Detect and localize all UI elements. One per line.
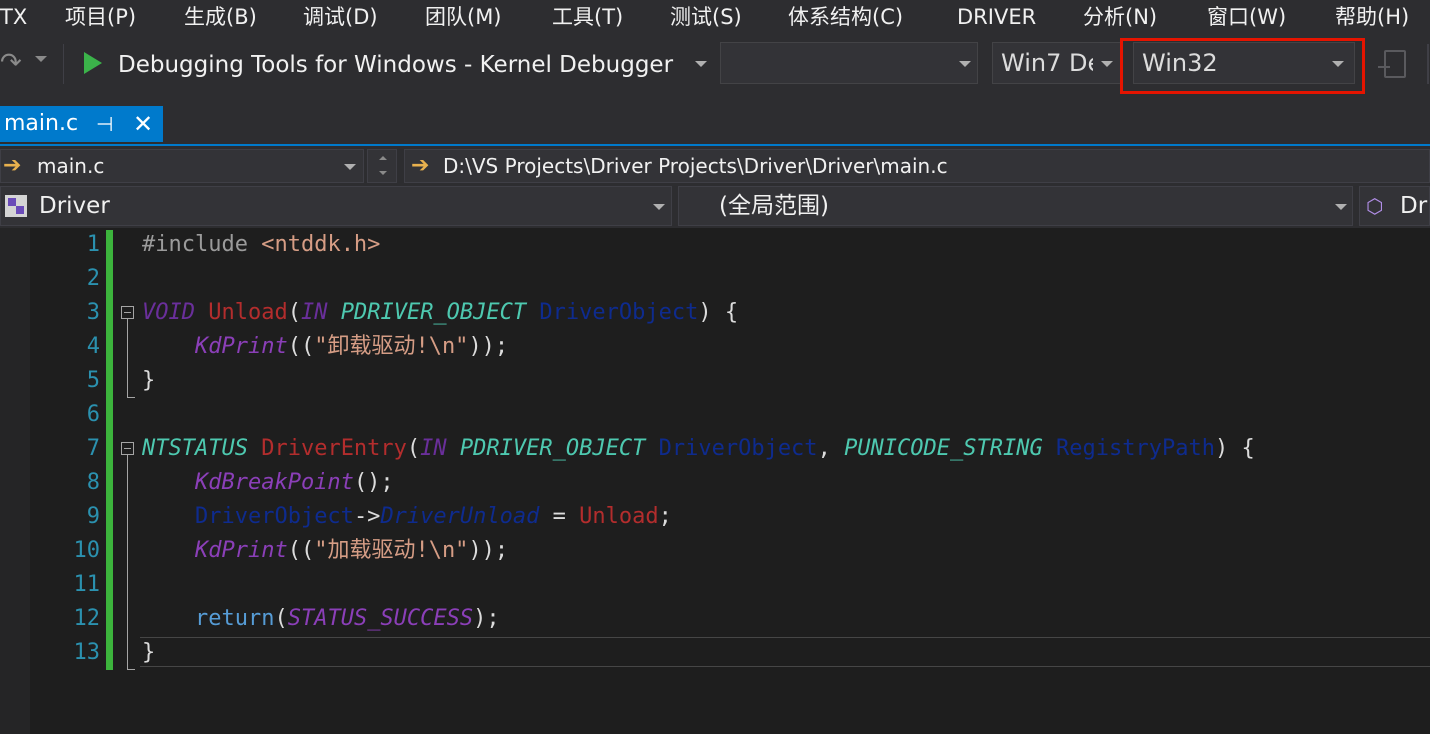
toolbar-separator xyxy=(63,44,64,84)
debugger-select[interactable]: Debugging Tools for Windows - Kernel Deb… xyxy=(118,49,673,81)
platform-highlight-box xyxy=(1120,38,1365,94)
chevron-down-icon xyxy=(1335,204,1347,210)
project-combo[interactable]: Driver xyxy=(0,186,672,226)
menu-item-project[interactable]: 项目(P) xyxy=(65,2,136,32)
member-combo[interactable]: ⬡ Dri xyxy=(1359,186,1430,226)
menu-item-test[interactable]: 测试(S) xyxy=(670,2,742,32)
redo-dropdown-arrow-icon[interactable] xyxy=(35,56,47,62)
line-number: 12 xyxy=(73,606,101,631)
collapse-icon[interactable] xyxy=(121,306,134,319)
line-number: 8 xyxy=(86,470,100,495)
menu-item-driver[interactable]: DRIVER xyxy=(957,2,1036,32)
pin-icon[interactable]: ⊣ xyxy=(96,106,113,142)
document-tab-strip: main.c ⊣ ✕ xyxy=(0,98,1430,146)
solution-config-combo[interactable]: Win7 De xyxy=(992,42,1122,84)
device-icon[interactable] xyxy=(1384,50,1406,78)
line-number: 10 xyxy=(73,538,101,563)
code-line: 8 KdBreakPoint(); xyxy=(0,466,1430,500)
code-text: } xyxy=(142,640,156,665)
line-number: 13 xyxy=(73,640,101,665)
code-line: 4 KdPrint(("卸载驱动!\n")); xyxy=(0,330,1430,364)
path-combo[interactable]: ➔ D:\VS Projects\Driver Projects\Driver\… xyxy=(404,149,1430,183)
menu-item-tx[interactable]: TX xyxy=(0,2,27,32)
toolbar-separator xyxy=(1427,44,1429,84)
tab-label: main.c xyxy=(4,111,79,136)
scope-combo[interactable]: (全局范围) xyxy=(678,186,1353,226)
menu-item-analyze[interactable]: 分析(N) xyxy=(1083,2,1157,32)
code-text: NTSTATUS DriverEntry(IN PDRIVER_OBJECT D… xyxy=(142,436,1255,461)
outline-end xyxy=(127,397,135,398)
outline-line xyxy=(127,319,128,397)
project-combo-value: Driver xyxy=(39,193,110,219)
line-number: 1 xyxy=(86,232,100,257)
line-number: 3 xyxy=(86,300,100,325)
line-number: 5 xyxy=(86,368,100,393)
code-line: 2 xyxy=(0,262,1430,296)
code-line: 3 VOID Unload(IN PDRIVER_OBJECT DriverOb… xyxy=(0,296,1430,330)
menu-item-tools[interactable]: 工具(T) xyxy=(552,2,623,32)
code-text: #include <ntddk.h> xyxy=(142,232,381,257)
code-line: 12 return(STATUS_SUCCESS); xyxy=(0,602,1430,636)
scope-combo-value: (全局范围) xyxy=(719,193,829,219)
code-text: KdBreakPoint(); xyxy=(194,470,394,495)
chevron-down-icon xyxy=(344,164,356,170)
line-number: 11 xyxy=(73,572,101,597)
code-text: VOID Unload(IN PDRIVER_OBJECT DriverObje… xyxy=(142,300,739,325)
chevron-down-icon xyxy=(1101,61,1113,67)
code-line: 10 KdPrint(("加载驱动!\n")); xyxy=(0,534,1430,568)
collapse-icon[interactable] xyxy=(121,442,134,455)
code-line: 9 DriverObject->DriverUnload = Unload; xyxy=(0,500,1430,534)
redo-icon[interactable]: ↷ xyxy=(0,48,28,78)
solution-config-value: Win7 De xyxy=(1001,49,1093,77)
menu-item-team[interactable]: 团队(M) xyxy=(425,2,502,32)
project-icon xyxy=(5,195,27,217)
code-line: 1 #include <ntddk.h> xyxy=(0,228,1430,262)
navigation-bar: ➔ main.c ➔ D:\VS Projects\Driver Project… xyxy=(0,146,1430,186)
chevron-down-icon xyxy=(653,204,665,210)
arrow-right-icon: ➔ xyxy=(3,153,22,178)
file-combo[interactable]: ➔ main.c xyxy=(0,149,364,183)
start-debug-icon[interactable] xyxy=(84,52,102,74)
debugger-dropdown-arrow-icon[interactable] xyxy=(695,61,707,67)
menu-item-window[interactable]: 窗口(W) xyxy=(1207,2,1286,32)
chevron-down-icon xyxy=(959,61,971,67)
spin-down-icon[interactable] xyxy=(379,171,387,175)
code-text: KdPrint(("卸载驱动!\n")); xyxy=(194,334,509,359)
code-text: DriverObject->DriverUnload = Unload; xyxy=(194,504,672,529)
member-combo-value: Dri xyxy=(1400,193,1429,219)
menu-item-architecture[interactable]: 体系结构(C) xyxy=(788,2,903,32)
file-combo-value: main.c xyxy=(37,154,105,178)
arrow-right-icon: ➔ xyxy=(411,153,430,178)
code-text: } xyxy=(142,368,156,393)
tab-main-c[interactable]: main.c ⊣ ✕ xyxy=(0,106,163,142)
menu-item-help[interactable]: 帮助(H) xyxy=(1335,2,1409,32)
menu-bar: TX 项目(P) 生成(B) 调试(D) 团队(M) 工具(T) 测试(S) 体… xyxy=(0,0,1430,34)
code-line: 5 } xyxy=(0,364,1430,398)
line-number: 6 xyxy=(86,402,100,427)
menu-item-build[interactable]: 生成(B) xyxy=(184,2,257,32)
debugger-label: Debugging Tools for Windows - Kernel Deb… xyxy=(118,52,674,78)
path-combo-value: D:\VS Projects\Driver Projects\Driver\Dr… xyxy=(443,154,948,178)
close-icon[interactable]: ✕ xyxy=(133,106,153,142)
code-line: 7 NTSTATUS DriverEntry(IN PDRIVER_OBJECT… xyxy=(0,432,1430,466)
code-line: 13 } xyxy=(0,636,1430,670)
line-number: 7 xyxy=(86,436,100,461)
menu-item-debug[interactable]: 调试(D) xyxy=(303,2,378,32)
line-number: 4 xyxy=(86,334,100,359)
device-icon-base xyxy=(1378,66,1390,68)
outline-end xyxy=(127,669,135,670)
code-text: return(STATUS_SUCCESS); xyxy=(194,606,500,631)
line-number: 2 xyxy=(86,266,100,291)
code-editor[interactable]: 1 #include <ntddk.h> 2 3 VOID Unload(IN … xyxy=(0,228,1430,734)
code-text: KdPrint(("加载驱动!\n")); xyxy=(194,538,509,563)
cube-icon: ⬡ xyxy=(1366,194,1384,218)
outline-line xyxy=(127,455,128,669)
file-spinner[interactable] xyxy=(367,149,397,183)
line-number: 9 xyxy=(86,504,100,529)
code-line: 11 xyxy=(0,568,1430,602)
scope-bar: Driver (全局范围) ⬡ Dri xyxy=(0,186,1430,228)
spin-up-icon[interactable] xyxy=(379,156,387,160)
target-combo[interactable] xyxy=(720,42,978,84)
code-line: 6 xyxy=(0,398,1430,432)
